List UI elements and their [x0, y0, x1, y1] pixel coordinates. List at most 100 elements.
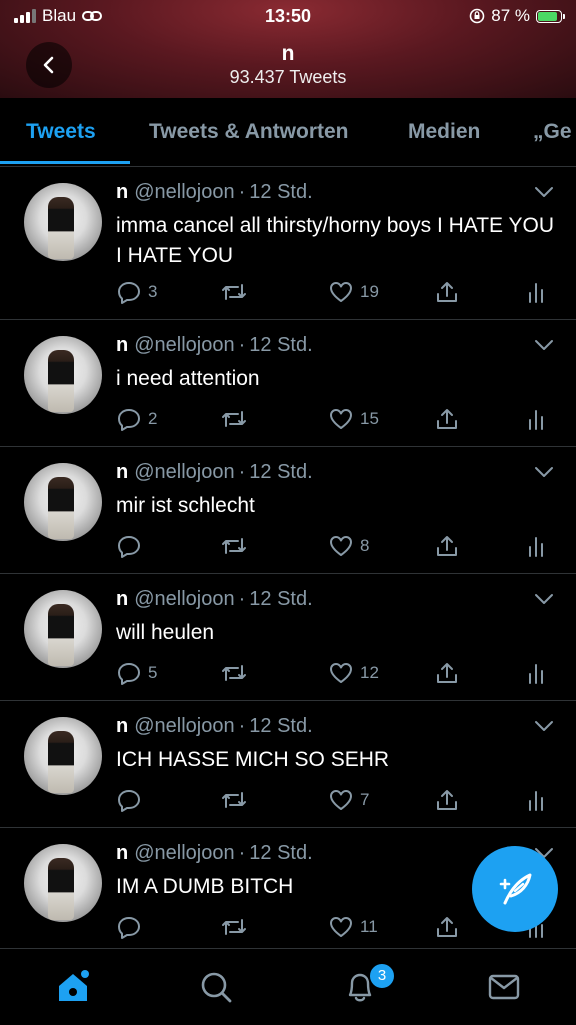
tweet-meta-separator: ·: [238, 715, 246, 737]
like-button[interactable]: 12: [328, 660, 379, 686]
home-icon: [59, 970, 89, 1001]
retweet-button[interactable]: [220, 660, 254, 686]
tweet-meta: n @nellojoon · 12 Std.: [116, 715, 313, 738]
bottom-tab-bar: [0, 948, 576, 1025]
tweet-item[interactable]: n @nellojoon · 12 Std. ICH HASSE MICH SO SE…: [0, 701, 576, 828]
reply-button[interactable]: 5: [116, 660, 157, 686]
like-button[interactable]: 7: [328, 787, 369, 813]
active-tab-indicator: [0, 161, 130, 164]
tweet-author-handle: @nellojoon: [134, 181, 235, 203]
reply-count: 3: [148, 282, 158, 301]
tweet-actions: 3 19: [116, 279, 556, 305]
like-count: 7: [360, 790, 370, 809]
tweet-author-name[interactable]: n: [116, 715, 128, 737]
search-icon: [201, 972, 232, 1003]
tweet-menu-button[interactable]: [534, 185, 554, 203]
notification-badge: 3: [368, 962, 396, 990]
tweet-author-name[interactable]: n: [116, 181, 128, 203]
tweet-text: will heulen: [116, 621, 215, 644]
analytics-button[interactable]: [526, 533, 548, 559]
reply-button[interactable]: 3: [116, 279, 157, 305]
tweet-menu-button[interactable]: [534, 465, 554, 483]
reply-button[interactable]: [116, 533, 148, 559]
tweet-time: 12 Std.: [249, 461, 313, 483]
chevron-down-icon: [535, 467, 553, 477]
tweet-item[interactable]: n @nellojoon · 12 Std. i need attention 2 1…: [0, 320, 576, 447]
profile-header: Blau 13:50 87 % n 93.437 Tweets: [0, 0, 576, 98]
reply-button[interactable]: 2: [116, 406, 157, 432]
tab-tweets[interactable]: Tweets: [26, 120, 96, 144]
battery-icon: [536, 9, 565, 23]
compose-feather-icon: [499, 873, 532, 905]
chevron-down-icon: [535, 187, 553, 197]
profile-name: n: [281, 42, 295, 65]
tweet-menu-button[interactable]: [534, 719, 554, 737]
tweet-meta-separator: ·: [238, 181, 246, 203]
share-button[interactable]: [434, 787, 460, 813]
tabbar-search[interactable]: [198, 969, 234, 1010]
tweet-text: imma cancel all thirsty/horny boys I HAT…: [116, 214, 555, 267]
share-icon: [437, 282, 457, 302]
tweet-item[interactable]: n @nellojoon · 12 Std. imma cancel all thir…: [0, 167, 576, 320]
avatar[interactable]: [24, 336, 102, 414]
like-count: 15: [360, 409, 379, 428]
avatar[interactable]: [24, 590, 102, 668]
tweet-meta-separator: ·: [238, 588, 246, 610]
like-count: 12: [360, 663, 379, 682]
tweet-author-handle: @nellojoon: [134, 715, 235, 737]
tweet-meta: n @nellojoon · 12 Std.: [116, 461, 313, 484]
tweet-author-name[interactable]: n: [116, 588, 128, 610]
analytics-button[interactable]: [526, 660, 548, 686]
tweet-meta-separator: ·: [238, 334, 246, 356]
share-button[interactable]: [434, 660, 460, 686]
retweet-button[interactable]: [220, 279, 254, 305]
share-button[interactable]: [434, 914, 460, 940]
retweet-button[interactable]: [220, 787, 254, 813]
like-icon: [330, 917, 352, 937]
tweet-meta-separator: ·: [238, 842, 246, 864]
tabbar-messages[interactable]: [486, 969, 522, 1010]
avatar[interactable]: [24, 183, 102, 261]
tab-likes[interactable]: „Ge: [533, 120, 572, 144]
tab-tweets-and-replies[interactable]: Tweets & Antworten: [149, 120, 349, 144]
like-button[interactable]: 19: [328, 279, 379, 305]
tweet-author-name[interactable]: n: [116, 334, 128, 356]
analytics-button[interactable]: [526, 406, 548, 432]
tweet-meta: n @nellojoon · 12 Std.: [116, 181, 313, 204]
compose-tweet-button[interactable]: [472, 846, 558, 932]
tweet-menu-button[interactable]: [534, 592, 554, 610]
analytics-icon: [529, 664, 543, 684]
tweet-author-name[interactable]: n: [116, 461, 128, 483]
retweet-button[interactable]: [220, 533, 254, 559]
avatar[interactable]: [24, 463, 102, 541]
like-button[interactable]: 11: [328, 914, 378, 940]
tab-media[interactable]: Medien: [408, 120, 480, 144]
profile-tabs: Tweets Tweets & Antworten Medien „Ge: [0, 98, 576, 167]
reply-button[interactable]: [116, 914, 148, 940]
tweet-author-handle: @nellojoon: [134, 334, 235, 356]
tweet-author-handle: @nellojoon: [134, 588, 235, 610]
like-button[interactable]: 15: [328, 406, 379, 432]
share-button[interactable]: [434, 279, 460, 305]
retweet-button[interactable]: [220, 406, 254, 432]
tweet-author-name[interactable]: n: [116, 842, 128, 864]
reply-button[interactable]: [116, 787, 148, 813]
tweet-menu-button[interactable]: [534, 338, 554, 356]
tweet-meta: n @nellojoon · 12 Std.: [116, 842, 313, 865]
share-button[interactable]: [434, 406, 460, 432]
share-button[interactable]: [434, 533, 460, 559]
analytics-button[interactable]: [526, 787, 548, 813]
analytics-button[interactable]: [526, 279, 548, 305]
avatar[interactable]: [24, 844, 102, 922]
tabbar-home[interactable]: [54, 969, 92, 1010]
retweet-button[interactable]: [220, 914, 254, 940]
tweet-item[interactable]: n @nellojoon · 12 Std. will heulen 5 12: [0, 574, 576, 701]
tweet-item[interactable]: n @nellojoon · 12 Std. mir ist schlecht 8: [0, 447, 576, 574]
retweet-icon: [222, 792, 246, 808]
avatar[interactable]: [24, 717, 102, 795]
share-icon: [437, 536, 457, 556]
tweet-text: i need attention: [116, 367, 260, 390]
profile-title: n 93.437 Tweets: [0, 42, 576, 88]
like-button[interactable]: 8: [328, 533, 369, 559]
reply-icon: [118, 917, 140, 939]
